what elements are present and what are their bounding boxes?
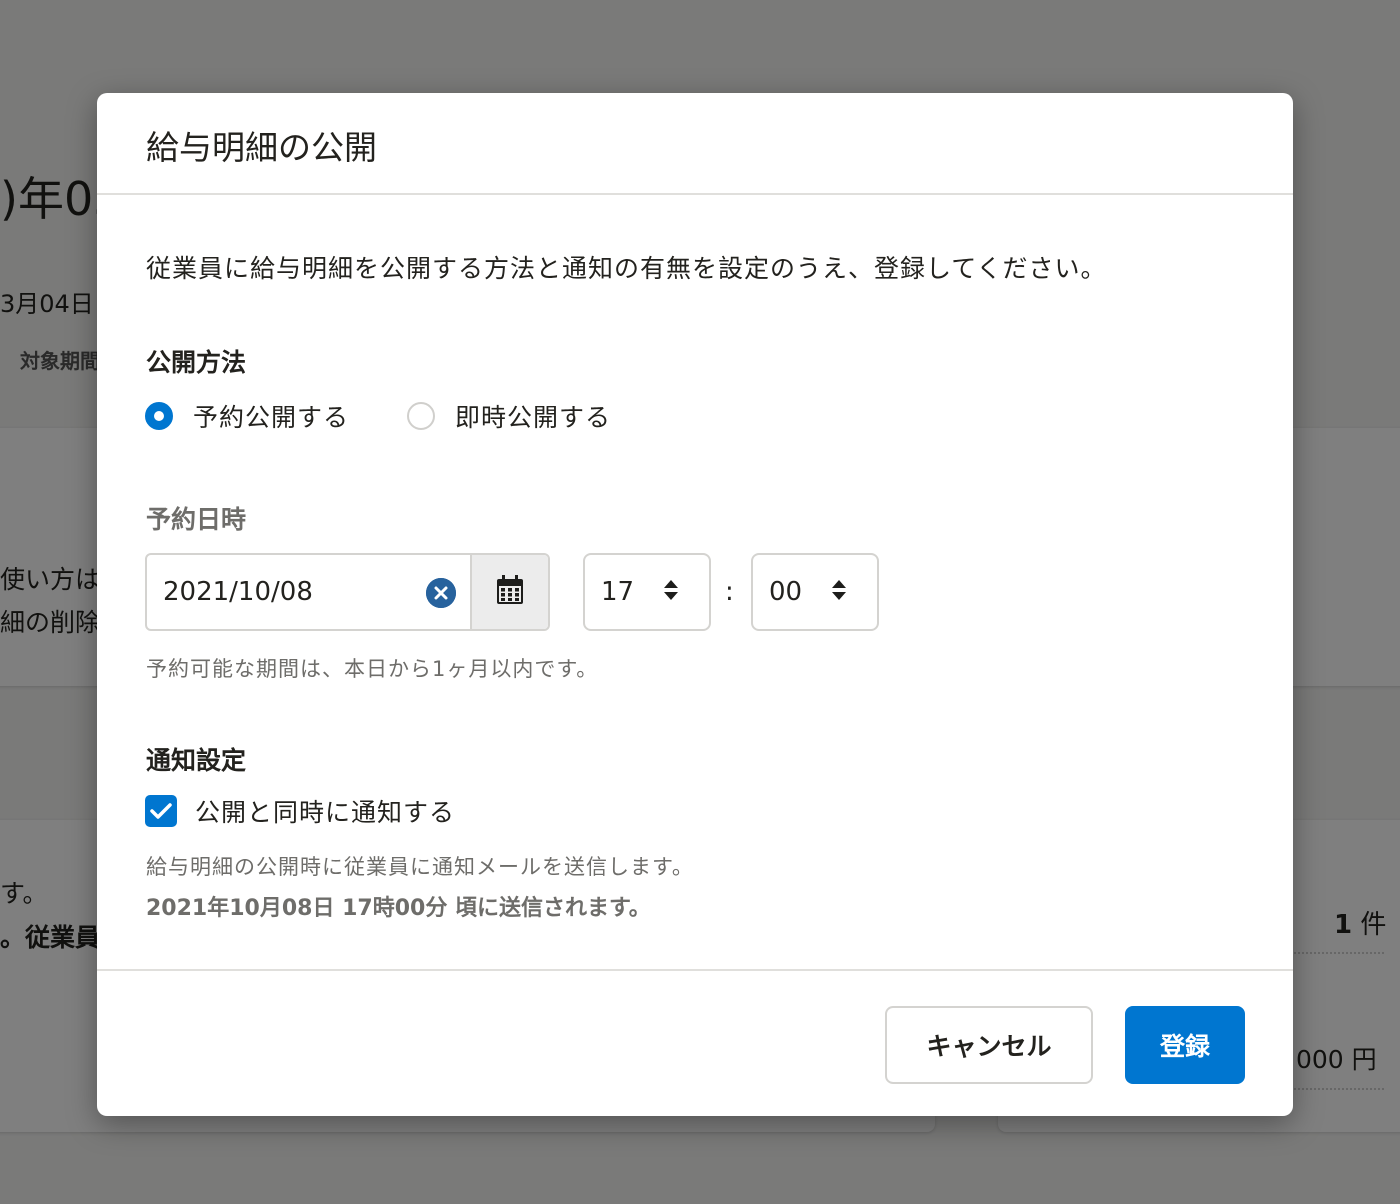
radio-indicator-selected[interactable] bbox=[145, 402, 173, 430]
date-input-value: 2021/10/08 bbox=[163, 577, 313, 607]
sort-stepper-icon bbox=[831, 579, 847, 605]
notify-checkbox[interactable] bbox=[145, 795, 177, 827]
date-picker: 2021/10/08 bbox=[145, 553, 550, 631]
notify-checkbox-label: 公開と同時に通知する bbox=[195, 798, 456, 827]
notification-settings-label: 通知設定 bbox=[146, 746, 247, 775]
radio-immediate-publish[interactable]: 即時公開する bbox=[407, 398, 611, 434]
time-separator: : bbox=[725, 577, 734, 607]
dialog-footer: キャンセル 登録 bbox=[97, 969, 1293, 1118]
checkmark-icon bbox=[150, 803, 172, 819]
sort-stepper-icon bbox=[663, 579, 679, 605]
notify-send-time: 2021年10月08日 17時00分 頃に送信されます。 bbox=[146, 896, 651, 921]
radio-indicator[interactable] bbox=[407, 402, 435, 430]
publish-method-label: 公開方法 bbox=[146, 348, 247, 377]
hour-value: 17 bbox=[601, 577, 635, 607]
register-button[interactable]: 登録 bbox=[1125, 1006, 1245, 1084]
dialog-title: 給与明細の公開 bbox=[146, 128, 377, 167]
cancel-button[interactable]: キャンセル bbox=[885, 1006, 1093, 1084]
publish-payslip-dialog: 給与明細の公開 従業員に給与明細を公開する方法と通知の有無を設定のうえ、登録して… bbox=[97, 93, 1293, 1116]
notify-checkbox-option[interactable]: 公開と同時に通知する bbox=[145, 793, 455, 829]
clear-icon[interactable] bbox=[426, 578, 456, 608]
schedule-help-text: 予約可能な期間は、本日から1ヶ月以内です。 bbox=[146, 657, 599, 681]
radio-label: 予約公開する bbox=[193, 403, 350, 432]
hour-select[interactable]: 17 bbox=[583, 553, 711, 631]
date-input[interactable]: 2021/10/08 bbox=[147, 555, 470, 629]
radio-label: 即時公開する bbox=[455, 403, 612, 432]
notify-note: 給与明細の公開時に従業員に通知メールを送信します。 bbox=[146, 855, 694, 879]
radio-scheduled-publish[interactable]: 予約公開する bbox=[145, 398, 349, 434]
dialog-description: 従業員に給与明細を公開する方法と通知の有無を設定のうえ、登録してください。 bbox=[146, 254, 1107, 283]
minute-value: 00 bbox=[769, 577, 803, 607]
calendar-icon bbox=[496, 575, 524, 609]
calendar-button[interactable] bbox=[470, 555, 548, 629]
schedule-datetime-label: 予約日時 bbox=[146, 505, 247, 534]
minute-select[interactable]: 00 bbox=[751, 553, 879, 631]
dialog-header: 給与明細の公開 bbox=[97, 93, 1293, 195]
